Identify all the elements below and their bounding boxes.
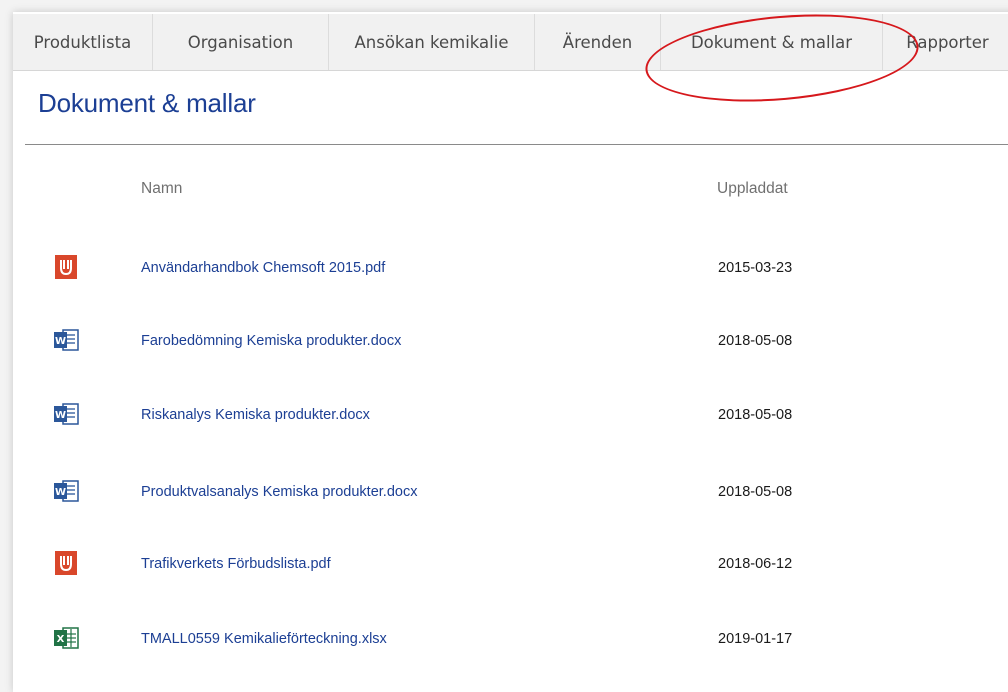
app-window: Produktlista Organisation Ansökan kemika… <box>13 4 1008 692</box>
tab-organisation[interactable]: Organisation <box>153 14 329 70</box>
table-row: X TMALL0559 Kemikalieförteckning.xlsx 20… <box>25 626 1008 666</box>
tab-rapporter[interactable]: Rapporter <box>883 14 1008 70</box>
pdf-icon <box>55 255 77 279</box>
table-row: W Riskanalys Kemiska produkter.docx 2018… <box>25 402 1008 442</box>
word-icon: W <box>54 329 79 351</box>
tab-dokument-mallar[interactable]: Dokument & mallar <box>661 14 883 70</box>
main-tab-bar: Produktlista Organisation Ansökan kemika… <box>13 14 1008 71</box>
svg-text:W: W <box>55 336 66 347</box>
document-link[interactable]: Användarhandbok Chemsoft 2015.pdf <box>141 260 385 276</box>
title-divider <box>25 144 1008 145</box>
upload-date: 2019-01-17 <box>718 631 793 647</box>
pdf-icon <box>55 551 77 575</box>
svg-text:X: X <box>57 634 65 645</box>
column-header-name: Namn <box>141 180 183 197</box>
document-link[interactable]: Trafikverkets Förbudslista.pdf <box>141 556 331 572</box>
tab-arenden[interactable]: Ärenden <box>535 14 661 70</box>
column-header-uploaded: Uppladdat <box>717 180 788 197</box>
word-icon: W <box>54 403 79 425</box>
svg-text:W: W <box>55 410 66 421</box>
document-link[interactable]: Produktvalsanalys Kemiska produkter.docx <box>141 484 417 500</box>
tab-produktlista[interactable]: Produktlista <box>13 14 153 70</box>
upload-date: 2018-05-08 <box>718 407 793 423</box>
upload-date: 2018-06-12 <box>718 556 793 572</box>
svg-text:W: W <box>55 487 66 498</box>
table-row: W Produktvalsanalys Kemiska produkter.do… <box>25 479 1008 519</box>
upload-date: 2018-05-08 <box>718 333 793 349</box>
table-row: Trafikverkets Förbudslista.pdf 2018-06-1… <box>25 551 1008 591</box>
tab-ansokan-kemikalie[interactable]: Ansökan kemikalie <box>329 14 535 70</box>
excel-icon: X <box>54 627 79 649</box>
document-link[interactable]: Riskanalys Kemiska produkter.docx <box>141 407 370 423</box>
table-row: Användarhandbok Chemsoft 2015.pdf 2015-0… <box>25 255 1008 295</box>
document-link[interactable]: TMALL0559 Kemikalieförteckning.xlsx <box>141 631 387 647</box>
upload-date: 2018-05-08 <box>718 484 793 500</box>
upload-date: 2015-03-23 <box>718 260 793 276</box>
document-link[interactable]: Farobedömning Kemiska produkter.docx <box>141 333 401 349</box>
table-row: W Farobedömning Kemiska produkter.docx 2… <box>25 328 1008 368</box>
page-title: Dokument & mallar <box>38 88 256 118</box>
word-icon: W <box>54 480 79 502</box>
